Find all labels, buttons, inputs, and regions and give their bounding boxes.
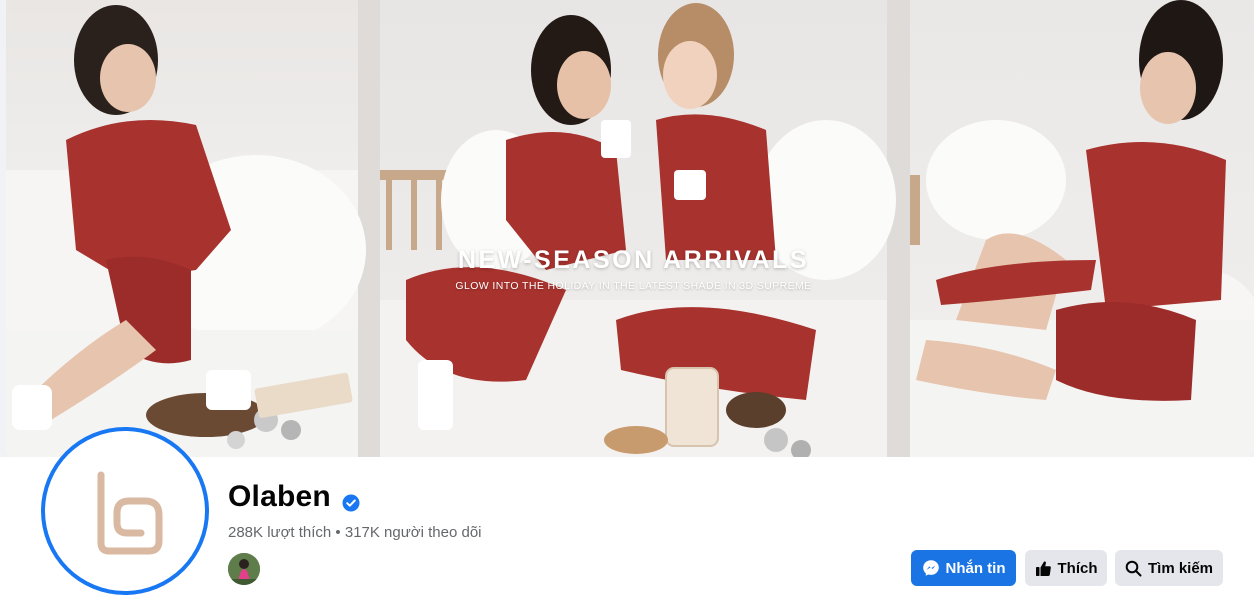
verified-badge-icon — [342, 494, 360, 512]
cover-subheadline: GLOW INTO THE HOLIDAY IN THE LATEST SHAD… — [455, 280, 812, 292]
message-button-label: Nhắn tin — [945, 559, 1006, 577]
page-header: NEW-SEASON ARRIVALS GLOW INTO THE HOLIDA… — [0, 0, 1254, 610]
message-button[interactable]: Nhắn tin — [911, 550, 1016, 586]
messenger-icon — [922, 560, 939, 576]
cover-headline: NEW-SEASON ARRIVALS — [457, 246, 810, 274]
page-stats[interactable]: 288K lượt thích • 317K người theo dõi — [228, 524, 482, 541]
search-icon — [1125, 560, 1142, 576]
thumbs-up-icon — [1035, 560, 1051, 576]
olaben-logo-icon — [97, 471, 163, 555]
search-button[interactable]: Tìm kiếm — [1115, 550, 1223, 586]
profile-avatar[interactable] — [41, 427, 209, 595]
like-button-label: Thích — [1057, 559, 1098, 577]
page-title[interactable]: Olaben — [228, 480, 331, 514]
cover-illustration — [6, 0, 1254, 457]
follower-photo — [228, 553, 260, 585]
search-button-label: Tìm kiếm — [1147, 559, 1214, 577]
follower-avatar[interactable] — [228, 553, 260, 585]
cover-photo[interactable]: NEW-SEASON ARRIVALS GLOW INTO THE HOLIDA… — [6, 0, 1254, 457]
like-button[interactable]: Thích — [1025, 550, 1107, 586]
avatar-image — [45, 431, 205, 591]
